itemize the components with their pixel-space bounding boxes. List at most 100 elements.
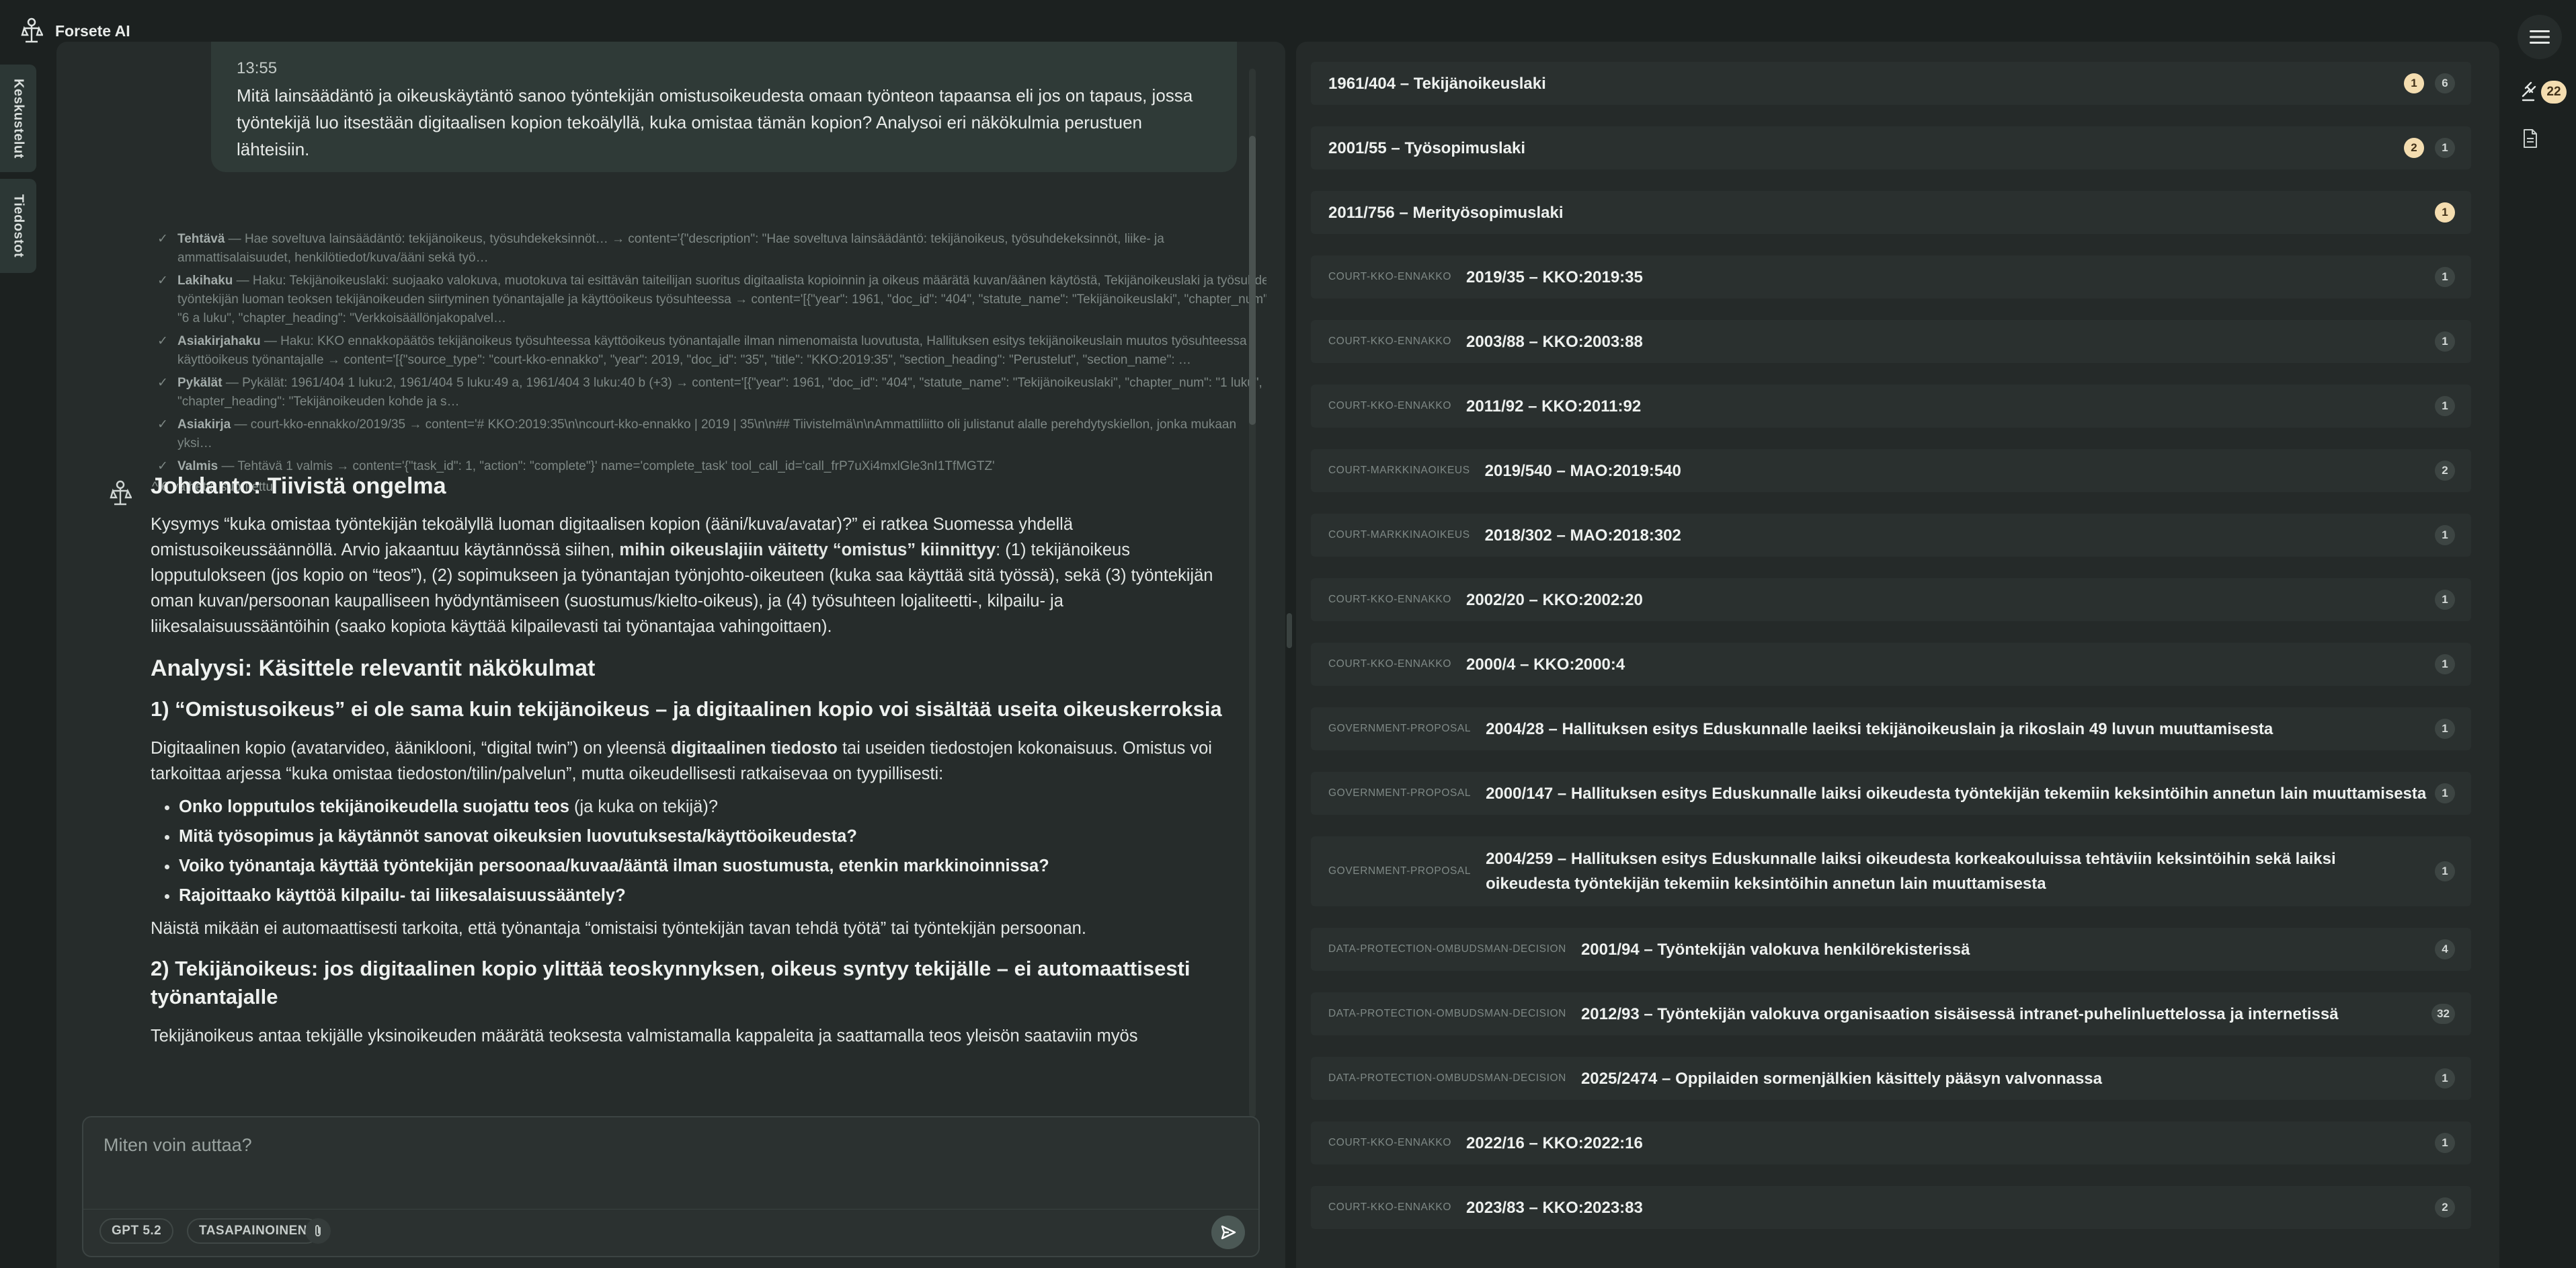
source-title: 2011/756 – Merityösopimuslaki xyxy=(1328,203,1564,222)
text-span: (ja kuka on tekijä)? xyxy=(569,797,719,816)
source-item[interactable]: 1961/404 – Tekijänoikeuslaki 1 6 xyxy=(1311,62,2471,105)
bold-span: Rajoittaako käyttöä kilpailu- tai liikes… xyxy=(179,886,626,905)
documents-rail-button[interactable] xyxy=(2511,120,2549,157)
paragraph-section-1: Digitaalinen kopio (avatarvideo, ääniklo… xyxy=(151,736,1226,787)
check-icon: ✓ xyxy=(157,418,168,432)
count-badge: 32 xyxy=(2431,1004,2455,1024)
count-badge: 1 xyxy=(2435,719,2455,739)
assistant-answer: Johdanto: Tiivistä ongelma Kysymys “kuka… xyxy=(151,473,1226,1054)
source-type: COURT-KKO-ENNAKKO xyxy=(1328,658,1452,670)
step-name: Valmis xyxy=(177,459,218,473)
send-button[interactable] xyxy=(1211,1216,1245,1249)
step-name: Lakihaku xyxy=(177,274,233,288)
source-item[interactable]: COURT-KKO-ENNAKKO 2019/35 – KKO:2019:35 … xyxy=(1311,255,2471,299)
source-type: GOVERNMENT-PROPOSAL xyxy=(1328,723,1472,734)
count-badge: 1 xyxy=(2435,654,2455,674)
source-item[interactable]: COURT-KKO-ENNAKKO 2000/4 – KKO:2000:4 1 xyxy=(1311,643,2471,686)
source-item[interactable]: COURT-MARKKINAOIKEUS 2019/540 – MAO:2019… xyxy=(1311,449,2471,492)
message-composer[interactable]: Miten voin auttaa? GPT 5.2 TASAPAINOINEN xyxy=(82,1116,1260,1257)
source-type: COURT-KKO-ENNAKKO xyxy=(1328,1201,1452,1213)
source-type: DATA-PROTECTION-OMBUDSMAN-DECISION xyxy=(1328,943,1566,955)
count-badge: 2 xyxy=(2435,1197,2455,1218)
flag-badge: 2 xyxy=(2404,138,2424,158)
bold-span: digitaalinen tiedosto xyxy=(670,739,838,758)
forsete-logo-icon xyxy=(21,17,43,43)
check-icon: ✓ xyxy=(157,334,168,348)
step-name: Asiakirjahaku xyxy=(177,334,261,348)
source-title: 2012/93 – Työntekijän valokuva organisaa… xyxy=(1580,1004,2339,1023)
source-type: GOVERNMENT-PROPOSAL xyxy=(1328,865,1472,877)
source-item[interactable]: DATA-PROTECTION-OMBUDSMAN-DECISION 2001/… xyxy=(1311,928,2471,971)
message-text: Mitä lainsäädäntö ja oikeuskäytäntö sano… xyxy=(237,85,1193,159)
brand-name: Forsete AI xyxy=(55,22,130,40)
list-item: Rajoittaako käyttöä kilpailu- tai liikes… xyxy=(179,881,1226,910)
source-title: 1961/404 – Tekijänoikeuslaki xyxy=(1328,74,1546,93)
source-title: 2019/35 – KKO:2019:35 xyxy=(1466,268,1643,286)
source-title: 2000/147 – Hallituksen esitys Eduskunnal… xyxy=(1486,784,2427,803)
source-item[interactable]: GOVERNMENT-PROPOSAL 2000/147 – Hallituks… xyxy=(1311,772,2471,815)
source-item[interactable]: COURT-KKO-ENNAKKO 2011/92 – KKO:2011:92 … xyxy=(1311,385,2471,428)
source-item[interactable]: COURT-MARKKINAOIKEUS 2018/302 – MAO:2018… xyxy=(1311,514,2471,557)
source-type: DATA-PROTECTION-OMBUDSMAN-DECISION xyxy=(1328,1072,1566,1084)
step-text: — Tehtävä 1 valmis → content='{"task_id"… xyxy=(218,459,995,473)
app-logo[interactable]: Forsete AI xyxy=(20,17,130,44)
count-badge: 1 xyxy=(2435,1068,2455,1088)
source-item[interactable]: 2011/756 – Merityösopimuslaki 1 xyxy=(1311,191,2471,234)
source-item[interactable]: DATA-PROTECTION-OMBUDSMAN-DECISION 2025/… xyxy=(1311,1057,2471,1100)
attach-icon xyxy=(315,1225,321,1236)
bold-span: Voiko työnantaja käyttää työntekijän per… xyxy=(179,857,1049,875)
attach-button[interactable] xyxy=(305,1218,331,1244)
message-time: 13:55 xyxy=(237,59,278,77)
heading-section-1: 1) “Omistusoikeus” ei ole sama kuin teki… xyxy=(151,697,1222,721)
paragraph-section-2: Tekijänoikeus antaa tekijälle yksinoikeu… xyxy=(151,1027,1138,1045)
menu-button[interactable] xyxy=(2518,15,2562,59)
source-item[interactable]: COURT-KKO-ENNAKKO 2023/83 – KKO:2023:83 … xyxy=(1311,1186,2471,1229)
source-item[interactable]: COURT-KKO-ENNAKKO 2002/20 – KKO:2002:20 … xyxy=(1311,578,2471,621)
chat-messages[interactable]: 13:55 Mitä lainsäädäntö ja oikeuskäytänt… xyxy=(56,42,1266,1077)
source-title: 2018/302 – MAO:2018:302 xyxy=(1484,526,1681,545)
message-input[interactable]: Miten voin auttaa? xyxy=(104,1135,252,1156)
step-name: Tehtävä xyxy=(177,232,225,246)
composer-divider xyxy=(83,1209,1258,1210)
source-item[interactable]: COURT-KKO-ENNAKKO 2003/88 – KKO:2003:88 … xyxy=(1311,320,2471,363)
step-text: — Hae soveltuva lainsäädäntö: tekijänoik… xyxy=(177,232,1164,265)
source-item[interactable]: COURT-KKO-ENNAKKO 2022/16 – KKO:2022:16 … xyxy=(1311,1121,2471,1164)
source-item[interactable]: 2001/55 – Työsopimuslaki 2 1 xyxy=(1311,126,2471,169)
mode-selector[interactable]: TASAPAINOINEN xyxy=(187,1218,319,1244)
source-title: 2022/16 – KKO:2022:16 xyxy=(1466,1134,1643,1152)
tab-label: Keskustelut xyxy=(11,78,26,159)
step-name: Asiakirja xyxy=(177,418,231,432)
count-badge: 2 xyxy=(2435,461,2455,481)
check-icon: ✓ xyxy=(157,274,168,288)
step-text: — court-kko-ennakko/2019/35 → content='#… xyxy=(177,418,1237,450)
model-selector[interactable]: GPT 5.2 xyxy=(99,1218,174,1244)
document-icon xyxy=(2524,129,2537,148)
count-badge: 1 xyxy=(2435,138,2455,158)
user-message: 13:55 Mitä lainsäädäntö ja oikeuskäytänt… xyxy=(211,42,1237,172)
panel-resize-handle[interactable] xyxy=(1287,613,1292,648)
source-type: COURT-KKO-ENNAKKO xyxy=(1328,271,1452,282)
source-item[interactable]: GOVERNMENT-PROPOSAL 2004/259 – Hallituks… xyxy=(1311,836,2471,906)
paragraph-section-1-end: Näistä mikään ei automaattisesti tarkoit… xyxy=(151,919,1086,938)
step-item: ✓ Asiakirjahaku — Haku: KKO ennakkopäätös… xyxy=(157,332,1266,370)
source-title: 2004/259 – Hallituksen esitys Eduskunnal… xyxy=(1486,850,2336,893)
step-item: ✓ Lakihaku — Haku: Tekijänoikeuslaki: suo… xyxy=(157,272,1266,328)
chat-scrollbar[interactable] xyxy=(1249,69,1256,1117)
check-icon: ✓ xyxy=(157,376,168,390)
heading-analysis: Analyysi: Käsittele relevantit näkökulma… xyxy=(151,656,596,681)
chat-panel: 13:55 Mitä lainsäädäntö ja oikeuskäytänt… xyxy=(56,42,1285,1268)
bullet-list: Onko lopputulos tekijänoikeudella suojat… xyxy=(151,792,1226,910)
source-type: COURT-MARKKINAOIKEUS xyxy=(1328,465,1470,476)
heading-section-2: 2) Tekijänoikeus: jos digitaalinen kopio… xyxy=(151,957,1191,1008)
source-title: 2001/55 – Työsopimuslaki xyxy=(1328,138,1526,157)
step-item: ✓ Pykälät — Pykälät: 1961/404 1 luku:2, 1… xyxy=(157,374,1266,411)
source-title: 2003/88 – KKO:2003:88 xyxy=(1466,332,1643,351)
scrollbar-thumb[interactable] xyxy=(1249,136,1256,425)
side-tabs: Keskustelut Tiedostot xyxy=(0,65,38,280)
source-title: 2011/92 – KKO:2011:92 xyxy=(1466,397,1642,415)
source-title: 2025/2474 – Oppilaiden sormenjälkien käs… xyxy=(1580,1069,2103,1088)
tab-keskustelut[interactable]: Keskustelut xyxy=(0,65,36,172)
source-item[interactable]: GOVERNMENT-PROPOSAL 2004/28 – Hallitukse… xyxy=(1311,707,2471,750)
tab-tiedostot[interactable]: Tiedostot xyxy=(0,179,36,273)
source-item[interactable]: DATA-PROTECTION-OMBUDSMAN-DECISION 2012/… xyxy=(1311,992,2471,1035)
